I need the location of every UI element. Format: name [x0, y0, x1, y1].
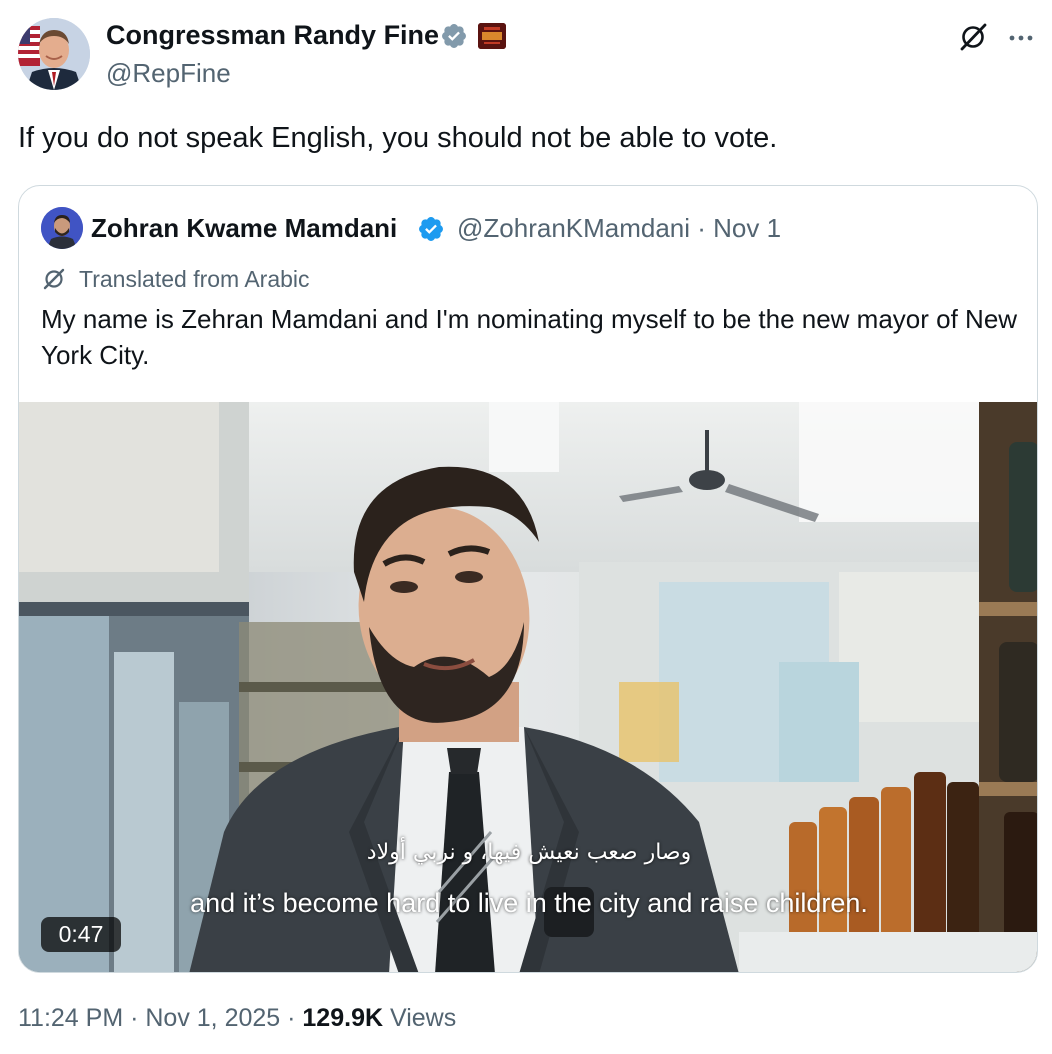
video-duration-badge: 0:47: [41, 917, 121, 952]
quoted-author-display-name[interactable]: Zohran Kwame Mamdani: [91, 213, 397, 244]
views-label: Views: [383, 1004, 457, 1032]
quoted-tweet-text: My name is Zehran Mamdani and I'm nomina…: [41, 304, 1018, 370]
congress-affiliate-badge[interactable]: [478, 23, 506, 49]
author-display-name[interactable]: Congressman Randy Fine: [106, 20, 439, 51]
video-player[interactable]: وصار صعب نعيش فيها، و نربي أولاد and it’…: [19, 402, 1037, 972]
tweet: Congressman Randy Fine @RepFine If you d…: [0, 0, 1052, 1054]
more-icon[interactable]: [1006, 23, 1036, 53]
video-subtitle-english: and it’s become hard to live in the city…: [190, 888, 868, 918]
grok-icon[interactable]: [956, 20, 990, 54]
gray-verified-icon: [442, 24, 466, 48]
blue-verified-icon: [419, 217, 443, 241]
translation-label: Translated from Arabic: [79, 266, 310, 292]
views-count[interactable]: 129.9K: [302, 1004, 383, 1032]
tweet-meta: 11:24 PM · Nov 1, 2025 · 129.9K Views: [18, 1004, 456, 1033]
author-avatar[interactable]: [18, 18, 90, 90]
tweet-timestamp[interactable]: 11:24 PM · Nov 1, 2025 ·: [18, 1004, 302, 1032]
author-handle[interactable]: @RepFine: [106, 58, 231, 89]
video-subtitle-arabic: وصار صعب نعيش فيها، و نربي أولاد: [366, 840, 692, 865]
quoted-author-avatar[interactable]: [41, 207, 83, 249]
quoted-author-handle-date[interactable]: @ZohranKMamdani · Nov 1: [457, 213, 781, 244]
tweet-text: If you do not speak English, you should …: [18, 122, 778, 154]
grok-translate-icon: [43, 268, 65, 290]
quoted-tweet-card[interactable]: Zohran Kwame Mamdani @ZohranKMamdani · N…: [18, 185, 1038, 973]
